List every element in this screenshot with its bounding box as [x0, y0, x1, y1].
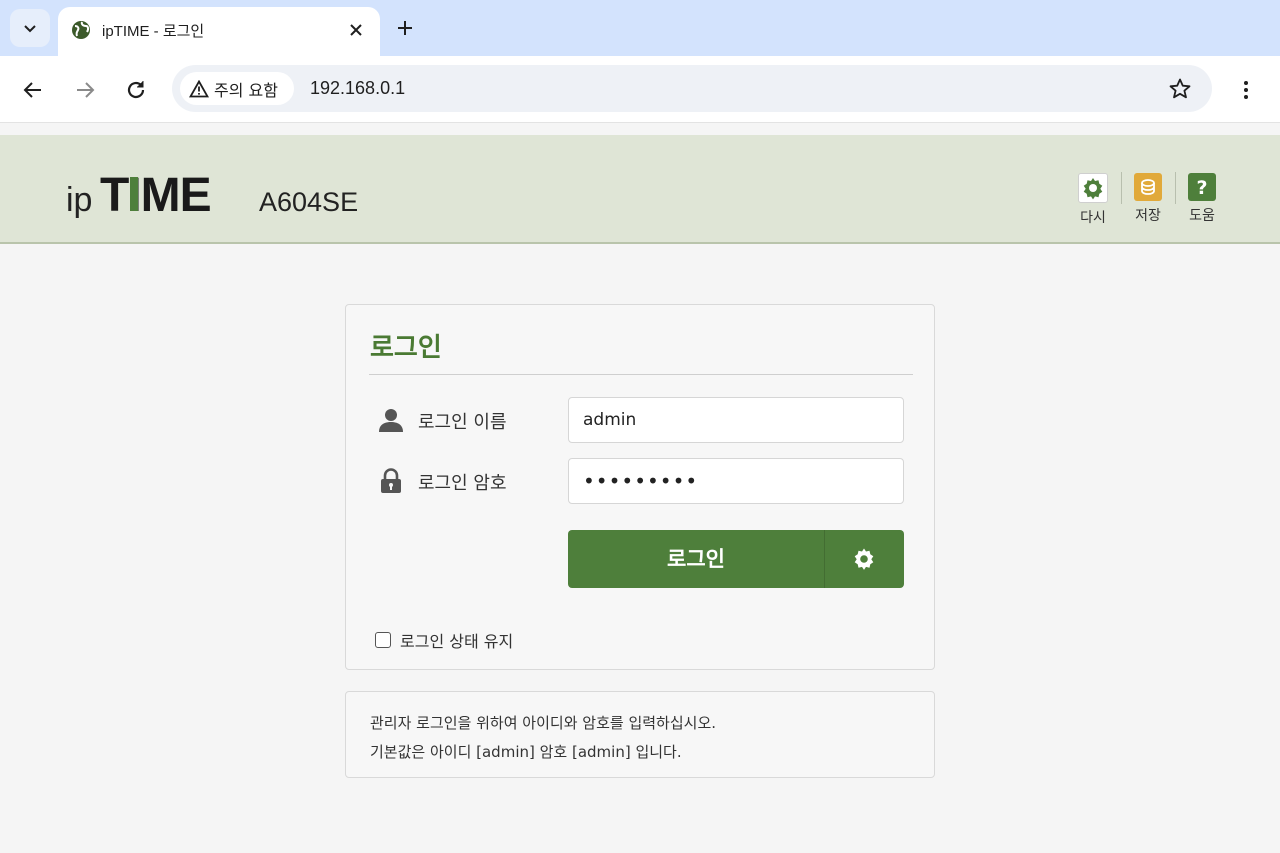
warning-triangle-icon [189, 79, 209, 97]
info-line-1: 관리자 로그인을 위하여 아이디와 암호를 입력하십시오. [370, 714, 717, 732]
security-warning-chip[interactable]: 주의 요함 [180, 72, 294, 105]
header-separator [1121, 172, 1122, 204]
forward-arrow-icon[interactable] [73, 78, 97, 102]
browser-tab-strip: ipTIME - 로그인 [0, 0, 1280, 56]
reload-icon[interactable] [124, 78, 148, 102]
browser-tab-active[interactable]: ipTIME - 로그인 [58, 7, 380, 56]
logo-brand-wordmark: TIME [100, 169, 211, 219]
login-panel: 로그인 로그인 이름 로그인 암호 ••••••••• 로그인 로그인 상태 유… [345, 304, 935, 670]
header-save-button[interactable]: 저장 [1125, 173, 1171, 225]
chevron-down-icon [24, 25, 36, 33]
back-arrow-icon[interactable] [21, 78, 45, 102]
url-text[interactable]: 192.168.0.1 [310, 78, 405, 99]
username-label: 로그인 이름 [418, 412, 507, 433]
user-icon [379, 409, 403, 432]
header-reload-label: 다시 [1080, 210, 1106, 226]
header-separator [1175, 172, 1176, 204]
lock-icon [381, 468, 401, 493]
username-input[interactable] [568, 397, 904, 443]
gear-icon [1078, 173, 1108, 203]
keep-login-checkbox[interactable] [375, 632, 391, 648]
info-panel: 관리자 로그인을 위하여 아이디와 암호를 입력하십시오. 기본값은 아이디 [… [345, 691, 935, 778]
browser-menu-icon[interactable] [1234, 78, 1258, 102]
logo-model: A604SE [259, 187, 358, 217]
globe-icon [72, 21, 90, 39]
close-icon[interactable] [346, 20, 366, 40]
gear-icon[interactable] [852, 547, 876, 571]
header-save-label: 저장 [1135, 208, 1161, 224]
password-label: 로그인 암호 [418, 473, 507, 494]
help-icon: ? [1188, 173, 1216, 201]
keep-login-option[interactable]: 로그인 상태 유지 [375, 629, 513, 651]
title-divider [369, 374, 913, 375]
svg-text:?: ? [1196, 177, 1207, 198]
info-line-2: 기본값은 아이디 [admin] 암호 [admin] 입니다. [370, 743, 682, 761]
keep-login-label: 로그인 상태 유지 [400, 632, 514, 651]
database-icon [1134, 173, 1162, 201]
tab-title: ipTIME - 로그인 [102, 23, 205, 40]
header-help-button[interactable]: ? 도움 [1179, 173, 1225, 225]
tab-search-button[interactable] [10, 9, 50, 47]
username-row: 로그인 이름 [378, 397, 908, 443]
login-submit-label: 로그인 [667, 547, 725, 571]
security-warning-text: 주의 요함 [214, 80, 278, 100]
address-bar[interactable]: 주의 요함 192.168.0.1 [172, 65, 1212, 112]
logo-brand-prefix: ip [66, 181, 92, 219]
browser-toolbar: 주의 요함 192.168.0.1 [0, 56, 1280, 123]
header-help-label: 도움 [1189, 208, 1215, 224]
login-submit-button[interactable]: 로그인 [568, 530, 904, 588]
password-input[interactable]: ••••••••• [568, 458, 904, 504]
login-title: 로그인 [370, 333, 442, 363]
bookmark-star-icon[interactable] [1168, 77, 1192, 101]
password-row: 로그인 암호 ••••••••• [378, 458, 908, 504]
router-header: ip TIME A604SE 다시 저장 ? 도움 [0, 135, 1280, 244]
header-reload-button[interactable]: 다시 [1070, 173, 1116, 227]
new-tab-plus-icon[interactable] [394, 17, 416, 39]
iptime-logo: ip TIME A604SE [66, 169, 358, 219]
button-divider [824, 530, 825, 588]
